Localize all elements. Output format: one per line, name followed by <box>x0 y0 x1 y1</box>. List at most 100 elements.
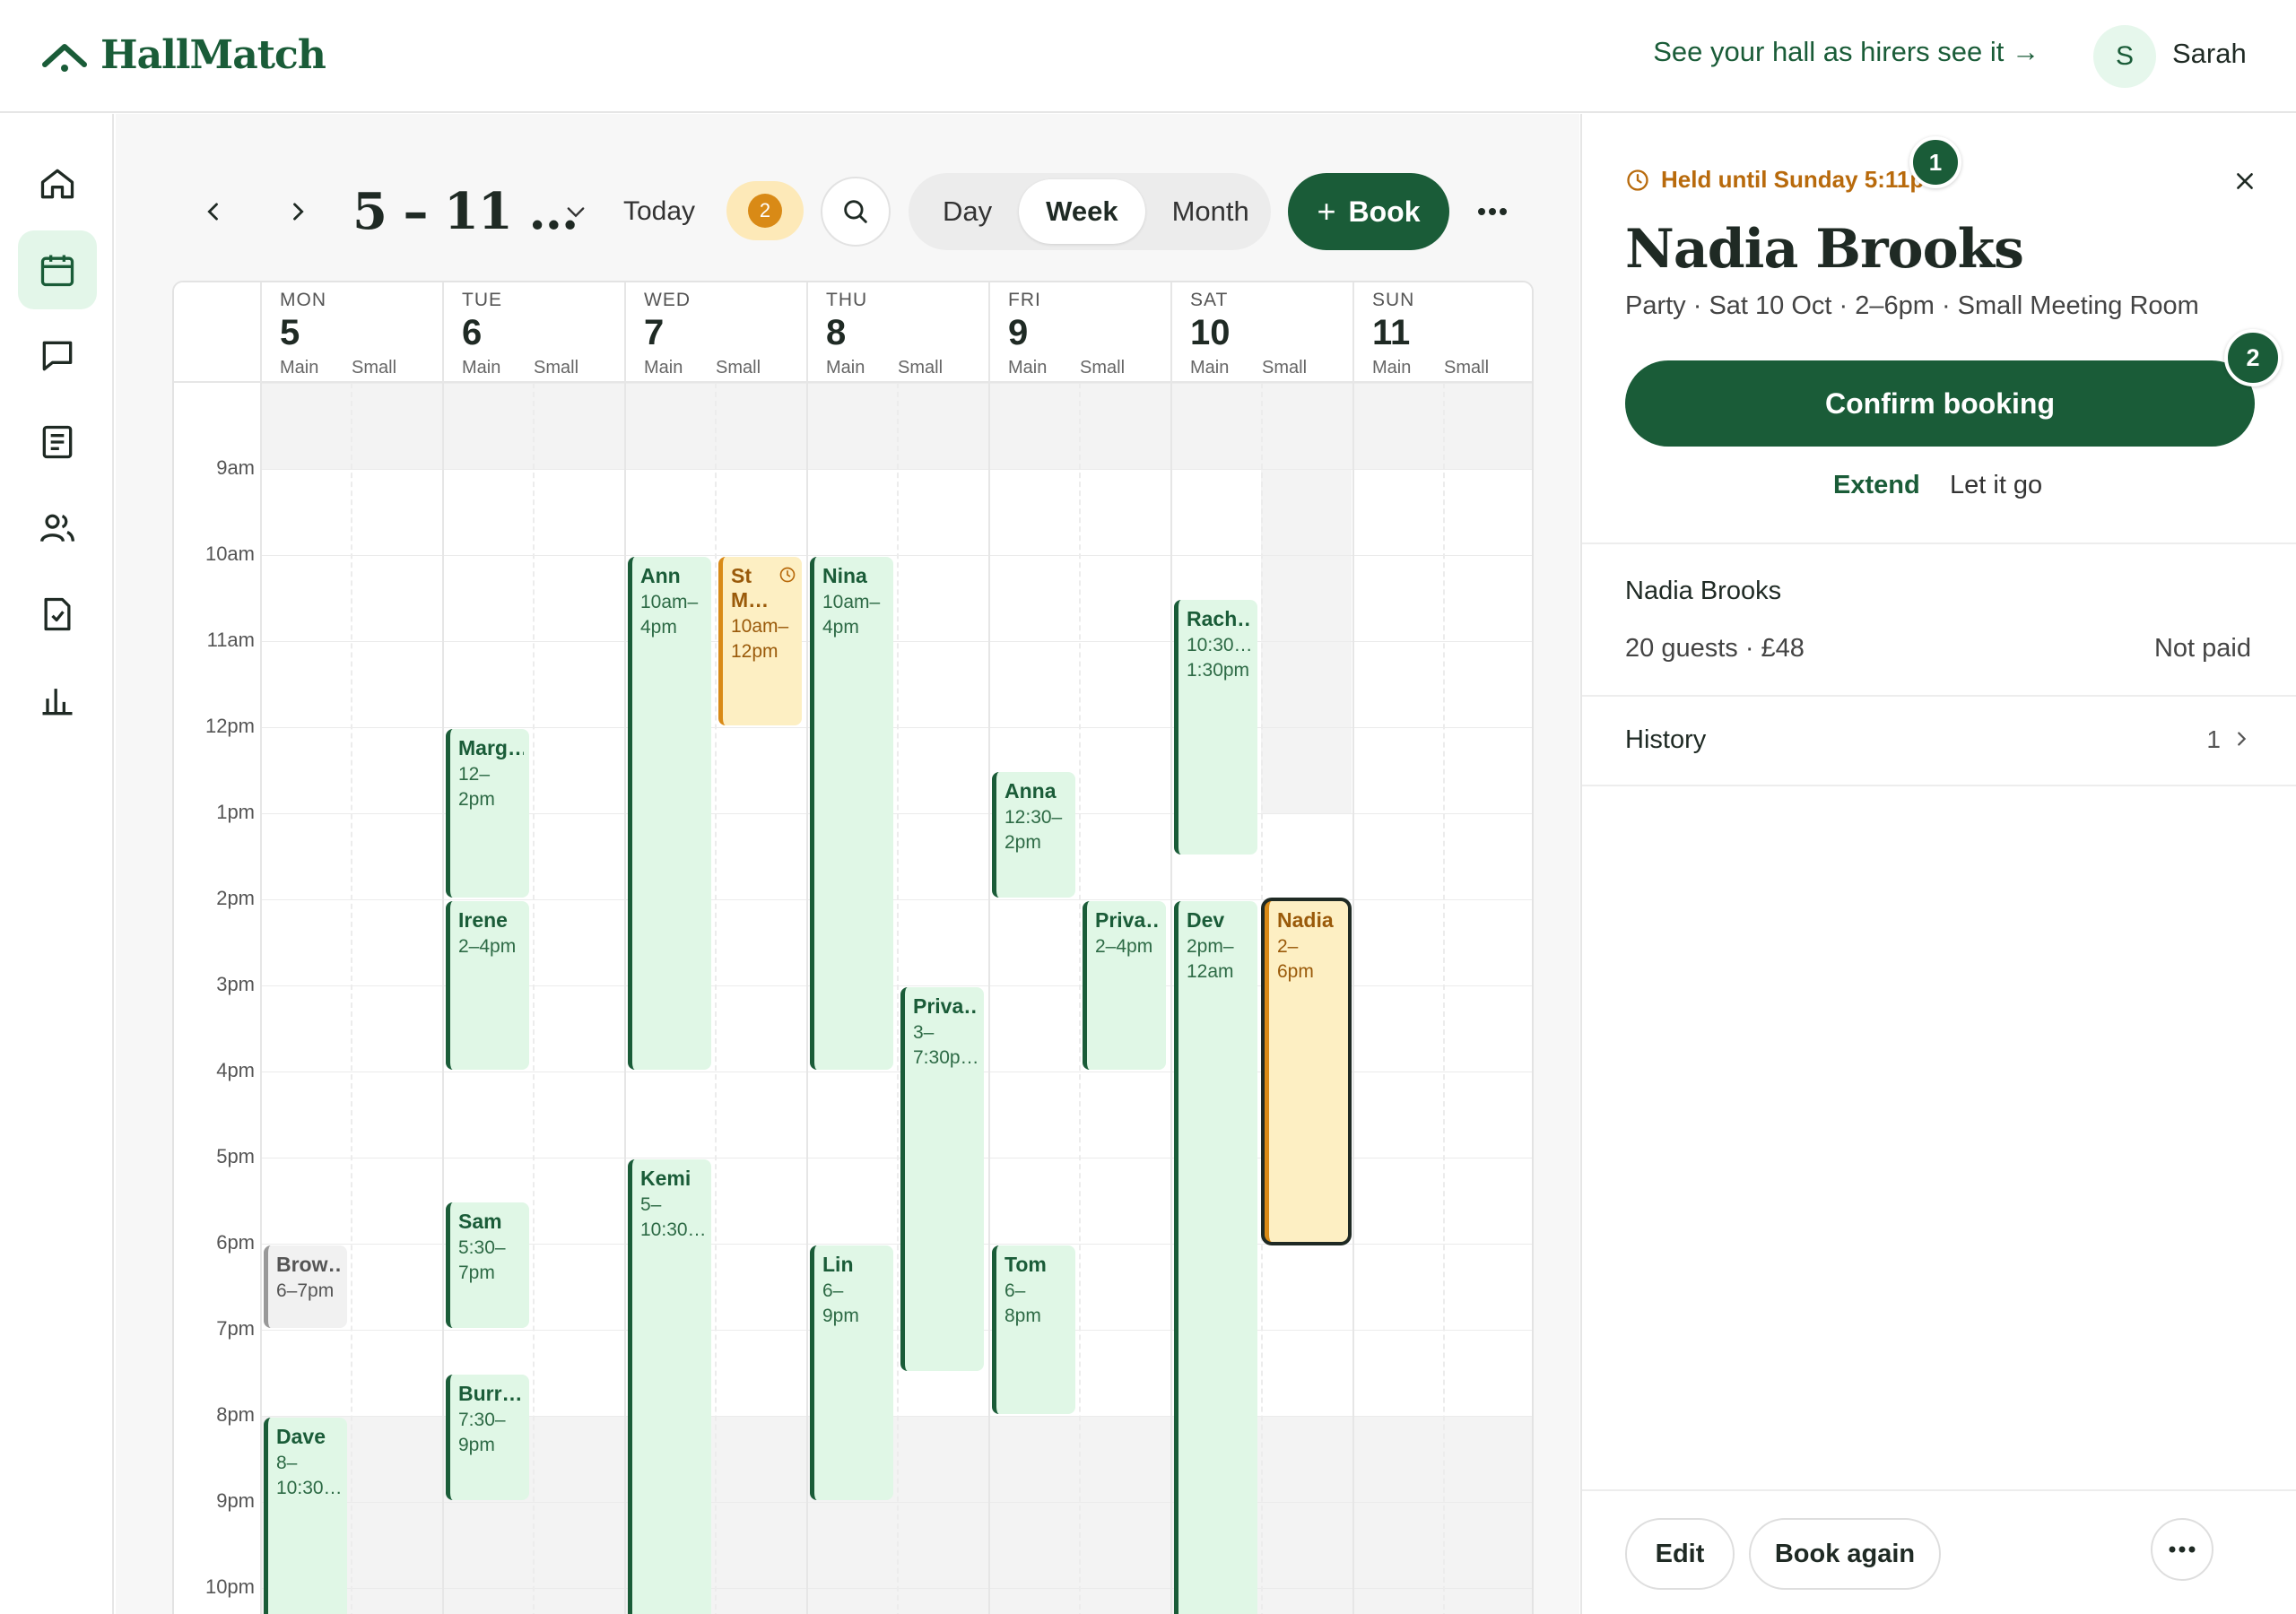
today-button[interactable]: Today <box>614 189 704 234</box>
room-divider <box>1079 383 1081 1614</box>
booking-time: 10am– 12pm <box>731 616 789 662</box>
nav-messages[interactable] <box>18 317 97 395</box>
avatar[interactable]: S <box>2093 25 2156 88</box>
held-status: Held until Sunday 5:11p <box>1625 166 1924 194</box>
room-label: Main <box>1190 358 1230 377</box>
let-it-go-link[interactable]: Let it go <box>1950 471 2042 500</box>
nav-tasks[interactable] <box>18 575 97 654</box>
booking-block[interactable]: Dave 8– 10:30… <box>264 1418 347 1614</box>
room-label: Small <box>716 358 761 377</box>
day-of-week: SAT <box>1190 290 1229 310</box>
booking-detail-panel: Held until Sunday 5:11p 1 Nadia Brooks P… <box>1580 114 2296 1614</box>
chevron-left-icon <box>207 203 218 221</box>
booking-block[interactable]: Burr… 7:30– 9pm <box>446 1375 529 1500</box>
history-label: History <box>1625 725 1707 754</box>
book-again-button[interactable]: Book again <box>1749 1518 1941 1590</box>
search-button[interactable] <box>821 177 891 247</box>
booking-name: Ann <box>640 564 681 587</box>
previous-week-button[interactable] <box>191 189 236 234</box>
booking-block[interactable]: Anna 12:30– 2pm <box>992 772 1075 898</box>
step-hint-1: 1 <box>1909 136 1961 188</box>
extend-hold-link[interactable]: Extend <box>1833 471 1920 500</box>
time-label: 10pm <box>204 1575 255 1598</box>
booking-block[interactable]: Marg… 12– 2pm <box>446 729 529 898</box>
ellipsis-icon <box>2169 1546 2196 1553</box>
booking-time: 12– 2pm <box>458 764 495 810</box>
nav-documents[interactable] <box>18 403 97 482</box>
brand-name: HallMatch <box>100 32 326 78</box>
day-header-mon[interactable]: MON 5 Main Small <box>260 282 442 383</box>
time-label: 8pm <box>216 1403 255 1426</box>
history-count: 1 <box>2206 725 2221 753</box>
day-header-tue[interactable]: TUE 6 Main Small <box>442 282 624 383</box>
booking-time: 6–7pm <box>276 1280 335 1301</box>
chevron-down-icon <box>567 207 585 218</box>
logo[interactable]: HallMatch <box>39 32 326 78</box>
calendar-icon <box>40 255 74 287</box>
booking-block[interactable]: Kemi 5– 10:30… <box>628 1159 711 1614</box>
booking-block[interactable]: Ann 10am– 4pm <box>628 557 711 1070</box>
user-name[interactable]: Sarah <box>2172 38 2247 70</box>
date-range-dropdown[interactable] <box>553 189 598 234</box>
home-icon <box>40 169 74 199</box>
panel-more-button[interactable] <box>2151 1518 2213 1581</box>
view-week[interactable]: Week <box>1019 179 1145 244</box>
day-number: 8 <box>826 313 847 352</box>
booking-name: Rach… <box>1187 607 1252 630</box>
hirer-name: Nadia Brooks <box>1625 577 1782 605</box>
booking-block[interactable]: Sam 5:30– 7pm <box>446 1202 529 1328</box>
view-month[interactable]: Month <box>1145 179 1276 244</box>
booking-subtitle: Party · Sat 10 Oct · 2–6pm · Small Meeti… <box>1625 291 2199 320</box>
nav-calendar[interactable] <box>18 230 97 309</box>
day-header-fri[interactable]: FRI 9 Main Small <box>988 282 1170 383</box>
day-divider <box>442 383 444 1614</box>
booking-time: 5– 10:30… <box>640 1194 707 1240</box>
booking-time: 2pm– 12am <box>1187 936 1234 982</box>
next-week-button[interactable] <box>275 189 320 234</box>
day-divider <box>806 383 808 1614</box>
confirm-booking-button[interactable]: Confirm booking <box>1625 360 2255 447</box>
room-label: Small <box>534 358 579 377</box>
view-day[interactable]: Day <box>916 179 1019 244</box>
room-label: Small <box>352 358 397 377</box>
room-divider <box>533 383 535 1614</box>
date-range-title[interactable]: 5 – 11 … <box>352 178 578 245</box>
day-header-sun[interactable]: SUN 11 Main Small <box>1352 282 1532 383</box>
booking-time: 2–4pm <box>458 936 517 957</box>
day-header-thu[interactable]: THU 8 Main Small <box>806 282 988 383</box>
nav-home[interactable] <box>18 144 97 223</box>
nav-people[interactable] <box>18 489 97 568</box>
day-header-wed[interactable]: WED 7 Main Small <box>624 282 806 383</box>
week-calendar: MON 5 Main Small TUE 6 Main Small WED 7 Main Small T… <box>172 281 1534 1614</box>
more-options-button[interactable] <box>1468 189 1517 234</box>
booking-time: 7:30– 9pm <box>458 1410 506 1455</box>
booking-time: 10am– 4pm <box>640 592 699 638</box>
nav-reports[interactable] <box>18 661 97 740</box>
booking-block[interactable]: Priva… 3– 7:30p… <box>900 987 984 1371</box>
booking-block[interactable]: Nadia 2– 6pm <box>1265 901 1348 1242</box>
held-bookings-badge[interactable]: 2 <box>726 181 804 240</box>
plus-icon: + <box>1317 193 1336 230</box>
book-button[interactable]: + Book <box>1288 173 1449 250</box>
day-number: 7 <box>644 313 665 352</box>
booking-name: Dave <box>276 1425 326 1448</box>
booking-block[interactable]: Dev 2pm– 12am <box>1174 901 1257 1614</box>
edit-button[interactable]: Edit <box>1625 1518 1735 1590</box>
booking-block[interactable]: Priva… 2–4pm <box>1083 901 1166 1070</box>
booking-block[interactable]: Nina 10am– 4pm <box>810 557 893 1070</box>
booking-time: 5:30– 7pm <box>458 1237 506 1283</box>
booking-block[interactable]: St M… 10am– 12pm <box>718 557 802 725</box>
day-header-sat[interactable]: SAT 10 Main Small <box>1170 282 1352 383</box>
close-panel-button[interactable] <box>2224 161 2266 202</box>
step-hint-2: 2 <box>2224 329 2282 386</box>
booking-block[interactable]: Brow… 6–7pm <box>264 1245 347 1328</box>
booking-block[interactable]: Tom 6– 8pm <box>992 1245 1075 1414</box>
day-of-week: SUN <box>1372 290 1415 310</box>
history-row[interactable]: History 1 <box>1582 695 2296 785</box>
booking-block[interactable]: Rach… 10:30… 1:30pm <box>1174 600 1257 855</box>
preview-as-hirer-link[interactable]: See your hall as hirers see it → <box>1653 36 2039 68</box>
booking-title: Nadia Brooks <box>1625 218 2024 281</box>
booking-name: Priva… <box>1095 908 1161 932</box>
booking-block[interactable]: Irene 2–4pm <box>446 901 529 1070</box>
booking-block[interactable]: Lin 6– 9pm <box>810 1245 893 1500</box>
